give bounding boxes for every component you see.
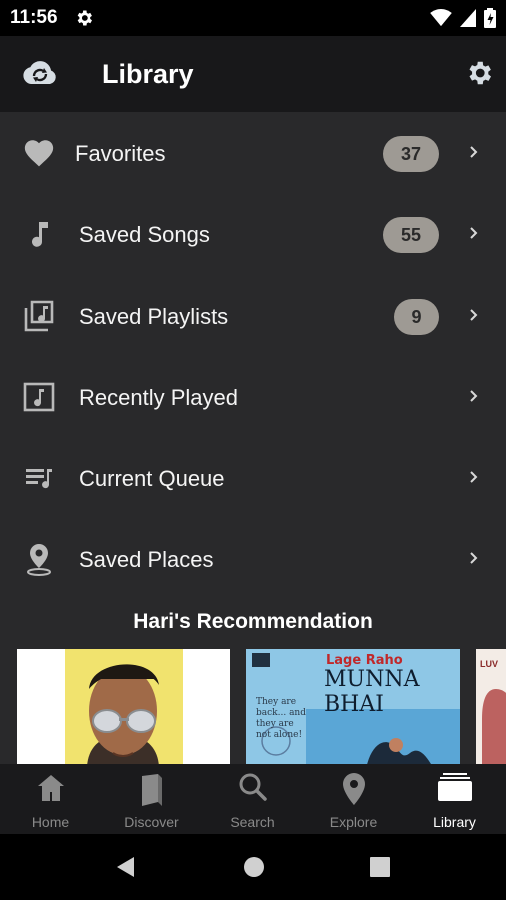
home-button-icon[interactable] bbox=[242, 855, 266, 879]
library-icon bbox=[437, 773, 472, 801]
settings-icon[interactable] bbox=[464, 58, 494, 88]
status-time: 11:56 bbox=[10, 7, 58, 28]
chevron-right-icon bbox=[470, 552, 478, 564]
menu-item-label: Favorites bbox=[75, 141, 166, 166]
recommendation-title: Hari's Recommendation bbox=[133, 610, 373, 633]
nav-library[interactable]: Library bbox=[404, 764, 505, 834]
chevron-right-icon bbox=[470, 390, 478, 402]
recommendation-card[interactable]: Lage Raho MUNNA BHAI They are back... an… bbox=[246, 649, 460, 764]
music-note-icon bbox=[32, 222, 48, 247]
nav-label: Search bbox=[230, 814, 275, 830]
menu-item-label: Current Queue bbox=[79, 466, 225, 491]
library-content: Favorites 37 Saved Songs 55 Saved Playli… bbox=[0, 112, 506, 764]
system-nav-bar bbox=[0, 834, 506, 900]
heart-icon bbox=[24, 140, 54, 167]
recent-music-icon bbox=[23, 382, 55, 412]
app-bar: Library bbox=[0, 36, 506, 112]
nav-label: Library bbox=[433, 814, 476, 830]
nav-home[interactable]: Home bbox=[0, 764, 101, 834]
menu-item-saved-places[interactable]: Saved Places bbox=[0, 520, 506, 601]
menu-item-favorites[interactable]: Favorites 37 bbox=[0, 114, 506, 195]
recents-icon[interactable] bbox=[368, 855, 392, 879]
status-icons bbox=[430, 8, 496, 28]
menu-item-label: Saved Playlists bbox=[79, 304, 229, 329]
status-bar: 11:56 bbox=[0, 0, 506, 36]
signal-icon bbox=[460, 9, 476, 27]
nav-search[interactable]: Search bbox=[202, 764, 303, 834]
nav-discover[interactable]: Discover bbox=[101, 764, 202, 834]
nav-explore[interactable]: Explore bbox=[303, 764, 404, 834]
back-icon[interactable] bbox=[114, 855, 138, 879]
book-icon bbox=[141, 774, 162, 806]
playlist-icon bbox=[24, 300, 54, 332]
queue-icon bbox=[26, 469, 52, 489]
nav-label: Explore bbox=[329, 814, 378, 830]
poster-subtitle: Lage Raho bbox=[326, 653, 403, 668]
count-badge: 9 bbox=[394, 299, 439, 335]
poster-tagline: They are back... and they are not alone! bbox=[256, 697, 306, 740]
wifi-icon bbox=[430, 9, 452, 27]
location-icon bbox=[27, 544, 51, 576]
bottom-nav: Home Discover Search Explore Library bbox=[0, 764, 506, 834]
menu-item-recently-played[interactable]: Recently Played bbox=[0, 358, 506, 439]
chevron-right-icon bbox=[470, 471, 478, 483]
location-icon bbox=[342, 773, 365, 805]
menu-item-saved-songs[interactable]: Saved Songs 55 bbox=[0, 195, 506, 276]
nav-label: Discover bbox=[124, 814, 179, 830]
menu-item-label: Saved Places bbox=[79, 547, 214, 572]
menu-item-label: Saved Songs bbox=[79, 222, 210, 247]
count-badge: 37 bbox=[383, 136, 439, 172]
nav-label: Home bbox=[31, 814, 70, 830]
recommendation-card[interactable] bbox=[17, 649, 230, 764]
gear-icon bbox=[77, 10, 92, 26]
album-art-image bbox=[17, 649, 230, 764]
search-icon bbox=[239, 773, 267, 801]
menu-item-saved-playlists[interactable]: Saved Playlists 9 bbox=[0, 277, 506, 358]
menu-item-current-queue[interactable]: Current Queue bbox=[0, 439, 506, 520]
poster-title: MUNNA BHAI bbox=[324, 667, 420, 717]
menu-item-label: Recently Played bbox=[79, 385, 238, 410]
home-icon bbox=[37, 775, 64, 801]
album-art-image bbox=[482, 689, 506, 764]
count-badge: 55 bbox=[383, 217, 439, 253]
chevron-right-icon bbox=[470, 309, 478, 321]
chevron-right-icon bbox=[470, 146, 478, 158]
page-title: Library bbox=[102, 59, 194, 89]
chevron-right-icon bbox=[470, 227, 478, 239]
recommendation-card[interactable]: LUV bbox=[476, 649, 506, 764]
cloud-sync-icon[interactable] bbox=[22, 58, 58, 88]
battery-icon bbox=[484, 8, 496, 28]
